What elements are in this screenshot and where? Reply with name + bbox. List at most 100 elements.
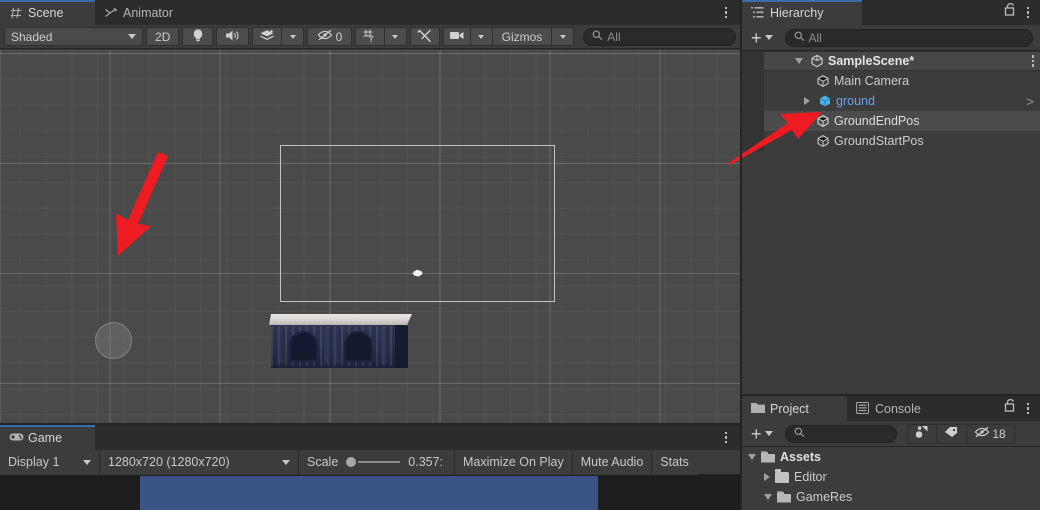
prefab-cube-icon xyxy=(818,94,832,108)
project-toolbar: + 18 xyxy=(742,421,1040,447)
project-add-label: + xyxy=(751,423,762,444)
tab-console[interactable]: Console xyxy=(847,396,947,421)
chevron-down-icon xyxy=(289,34,296,39)
gizmos-button[interactable]: Gizmos xyxy=(492,27,553,46)
stats-label: Stats xyxy=(660,455,689,469)
hierarchy-row-groundstartpos[interactable]: GroundStartPos xyxy=(742,131,1040,151)
stats-button[interactable]: Stats xyxy=(652,449,697,475)
camera-icon xyxy=(449,30,465,44)
game-kebab-menu-icon[interactable] xyxy=(724,431,727,443)
panel-divider-horizontal-right[interactable] xyxy=(742,394,1040,396)
tools-wrench-icon xyxy=(417,28,433,46)
scene-row-kebab-menu-icon[interactable] xyxy=(1031,55,1034,67)
resolution-dropdown[interactable]: 1280x720 (1280x720) xyxy=(100,449,299,475)
project-row-editor[interactable]: Editor xyxy=(742,467,1040,487)
project-hidden-toggle[interactable]: 18 xyxy=(966,423,1015,444)
mute-audio-button[interactable]: Mute Audio xyxy=(572,449,653,475)
hierarchy-tree[interactable]: SampleScene* Main Camera ground > Ground… xyxy=(742,51,1040,396)
maximize-on-play-label: Maximize On Play xyxy=(463,455,564,469)
hierarchy-row-samplescene[interactable]: SampleScene* xyxy=(742,51,1040,71)
twisty-right-icon[interactable] xyxy=(764,473,770,481)
twisty-down-icon[interactable] xyxy=(748,454,756,460)
padlock-open-icon[interactable] xyxy=(1004,398,1017,415)
tag-icon xyxy=(944,426,958,441)
gizmos-dropdown[interactable] xyxy=(552,27,575,46)
hierarchy-row-label: ground xyxy=(836,94,875,108)
project-row-gameres[interactable]: GameRes xyxy=(742,487,1040,507)
twisty-down-icon[interactable] xyxy=(795,58,803,64)
hidden-eye-icon xyxy=(974,426,990,441)
project-kebab-menu-icon[interactable] xyxy=(1026,402,1029,414)
project-row-label: GameRes xyxy=(796,490,853,504)
hierarchy-search-input[interactable]: All xyxy=(784,28,1033,47)
scale-label: Scale xyxy=(307,455,339,469)
maximize-on-play-button[interactable]: Maximize On Play xyxy=(455,449,573,475)
chevron-down-icon xyxy=(559,34,566,39)
scene-camera-button[interactable] xyxy=(442,27,471,46)
twisty-down-icon[interactable] xyxy=(764,494,772,500)
ground-building-mesh[interactable] xyxy=(269,314,412,368)
tab-game[interactable]: Game xyxy=(0,425,95,450)
hierarchy-kebab-menu-icon[interactable] xyxy=(1026,6,1029,18)
game-toolbar: Display 1 1280x720 (1280x720) Scale 0.35… xyxy=(0,449,740,475)
chevron-down-icon xyxy=(392,34,399,39)
folder-open-icon xyxy=(761,451,775,463)
hierarchy-row-label: GroundStartPos xyxy=(834,134,924,148)
scale-slider-knob[interactable] xyxy=(346,457,357,467)
panel-divider-vertical[interactable] xyxy=(740,0,742,510)
display-dropdown[interactable]: Display 1 xyxy=(0,449,100,475)
gamepad-icon xyxy=(9,431,24,445)
filter-by-label-button[interactable] xyxy=(936,423,967,444)
tab-scene[interactable]: Scene xyxy=(0,0,95,25)
twod-toggle-button[interactable]: 2D xyxy=(146,27,180,46)
scale-slider-group[interactable]: Scale 0.357: xyxy=(299,449,455,475)
grid-axis-dropdown[interactable] xyxy=(384,27,407,46)
project-row-assets[interactable]: Assets xyxy=(742,447,1040,467)
twisty-right-icon[interactable] xyxy=(804,97,810,105)
scene-viewport[interactable] xyxy=(0,50,740,423)
hierarchy-row-main-camera[interactable]: Main Camera xyxy=(742,71,1040,91)
hierarchy-row-label: Main Camera xyxy=(834,74,910,88)
filter-by-type-button[interactable] xyxy=(906,423,937,444)
hierarchy-search-placeholder: All xyxy=(808,30,822,45)
hierarchy-row-groundendpos[interactable]: GroundEndPos xyxy=(742,111,1040,131)
unity-scene-icon xyxy=(810,54,824,68)
search-icon xyxy=(794,427,805,441)
scene-fx-toggle[interactable] xyxy=(252,27,283,46)
tab-animator[interactable]: Animator xyxy=(95,0,205,25)
folder-icon xyxy=(751,402,765,416)
project-search-input[interactable] xyxy=(784,424,897,443)
hierarchy-row-label: GroundEndPos xyxy=(834,114,920,128)
scene-audio-toggle[interactable] xyxy=(216,27,250,46)
hierarchy-row-ground[interactable]: ground > xyxy=(742,91,1040,111)
scene-tools-button[interactable] xyxy=(409,27,440,46)
scene-kebab-menu-icon[interactable] xyxy=(724,6,727,18)
shading-mode-dropdown[interactable]: Shaded xyxy=(4,27,144,46)
padlock-open-icon[interactable] xyxy=(1004,2,1017,19)
project-add-button[interactable]: + xyxy=(749,423,775,444)
game-viewport[interactable] xyxy=(0,475,740,510)
grid-axis-toggle[interactable]: Y xyxy=(354,27,385,46)
sphere-collider-gizmo[interactable] xyxy=(95,322,132,359)
tab-hierarchy-label: Hierarchy xyxy=(770,5,824,20)
hierarchy-add-button[interactable]: + xyxy=(749,29,775,47)
chevron-down-icon xyxy=(764,431,773,436)
prefab-open-chevron-icon[interactable]: > xyxy=(1026,94,1034,109)
scale-slider-track[interactable] xyxy=(358,461,401,463)
project-tree[interactable]: Assets Editor GameRes xyxy=(742,447,1040,510)
scene-search-placeholder: All xyxy=(607,29,621,44)
game-render-surface xyxy=(140,476,598,510)
scene-fx-dropdown[interactable] xyxy=(282,27,305,46)
tab-hierarchy[interactable]: Hierarchy xyxy=(742,0,862,25)
tab-project[interactable]: Project xyxy=(742,396,847,421)
scene-camera-dropdown[interactable] xyxy=(470,27,493,46)
svg-text:Y: Y xyxy=(369,35,375,43)
hierarchy-tab-bar: Hierarchy xyxy=(742,0,1040,25)
scene-lighting-toggle[interactable] xyxy=(182,27,214,46)
hierarchy-row-label: SampleScene* xyxy=(828,54,915,68)
console-lines-icon xyxy=(856,401,870,416)
scene-search-input[interactable]: All xyxy=(583,27,736,46)
hidden-objects-toggle[interactable]: 0 xyxy=(307,27,352,46)
panel-divider-horizontal-left[interactable] xyxy=(0,423,740,425)
grid-hash-icon xyxy=(9,6,23,20)
